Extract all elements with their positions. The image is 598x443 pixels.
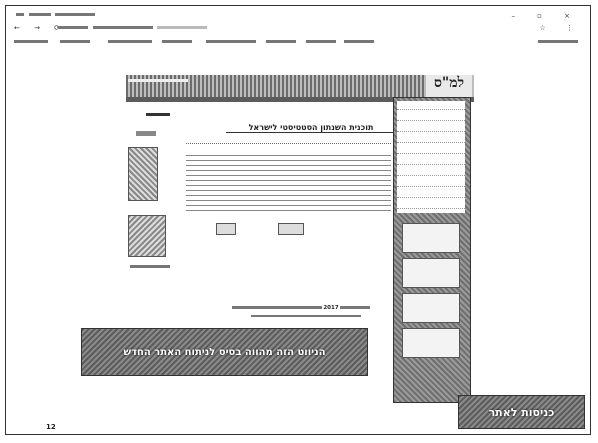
bookmark-item[interactable] <box>60 39 90 45</box>
bookmark-item[interactable] <box>306 39 336 45</box>
sidebar-menu-item[interactable] <box>397 121 465 132</box>
site-footer: 2017 <box>196 305 406 311</box>
slide-banner: הניווט הזה מהווה בסיס לניתוח האתר החדש <box>81 328 368 376</box>
sidebar-menu-item[interactable] <box>397 187 465 198</box>
site-footer-note <box>216 313 396 318</box>
cbs-logo: למ"ס <box>426 75 472 97</box>
sidebar-menu-item[interactable] <box>397 132 465 143</box>
sidebar-menu-item[interactable] <box>397 165 465 176</box>
sidebar-promo-box[interactable] <box>402 328 460 358</box>
sidebar-promo-box[interactable] <box>402 223 460 253</box>
menu-toggle[interactable] <box>136 131 156 136</box>
image-caption <box>126 265 174 270</box>
sidebar-menu <box>397 101 465 213</box>
bookmark-item[interactable] <box>538 39 578 45</box>
site-body-text <box>186 155 391 213</box>
bookmark-item[interactable] <box>162 39 192 45</box>
sidebar-menu-item[interactable] <box>397 110 465 121</box>
cbs-english-name <box>128 77 188 82</box>
browser-tab[interactable] <box>16 12 136 21</box>
site-subtitle <box>186 137 391 144</box>
sidebar-menu-item[interactable] <box>397 154 465 165</box>
bookmarks-bar <box>10 39 588 48</box>
tab-bar: – ▫ × <box>10 12 588 22</box>
footer-year: 2017 <box>323 305 339 311</box>
address-bar[interactable] <box>58 25 438 34</box>
link-icon[interactable] <box>278 223 304 235</box>
banner-text: הניווט הזה מהווה בסיס לניתוח האתר החדש <box>123 346 326 358</box>
site-page-title: תוכנית השנתון הסטטיסטי לישראל <box>226 123 396 133</box>
site-entries-label: כניסות לאתר <box>488 405 555 419</box>
link-icon[interactable] <box>216 223 236 235</box>
sidebar-promo-box[interactable] <box>402 293 460 323</box>
bookmark-item[interactable] <box>108 39 152 45</box>
site-entries-button[interactable]: כניסות לאתר <box>458 395 585 429</box>
window-controls[interactable]: – ▫ × <box>511 12 580 20</box>
book-cover-image <box>128 147 158 201</box>
sidebar-menu-item[interactable] <box>397 198 465 209</box>
bookmark-item[interactable] <box>14 39 48 45</box>
site-header: למ"ס <box>126 75 474 97</box>
bookmark-item[interactable] <box>206 39 256 45</box>
sidebar-menu-item[interactable] <box>397 143 465 154</box>
browser-action-icons[interactable]: ☆ ⋮ <box>539 24 582 32</box>
address-row: ← → ⟳ ☆ ⋮ <box>10 24 588 36</box>
language-link[interactable] <box>146 112 170 118</box>
bookmark-item[interactable] <box>266 39 296 45</box>
sidebar-menu-heading <box>397 101 465 110</box>
illustration-image <box>128 215 166 257</box>
page-number: 12 <box>46 423 56 431</box>
sidebar-menu-item[interactable] <box>397 176 465 187</box>
site-sidebar <box>393 97 471 403</box>
sidebar-promo-box[interactable] <box>402 258 460 288</box>
browser-chrome: – ▫ × ← → ⟳ ☆ ⋮ <box>10 10 588 66</box>
bookmark-item[interactable] <box>344 39 374 45</box>
